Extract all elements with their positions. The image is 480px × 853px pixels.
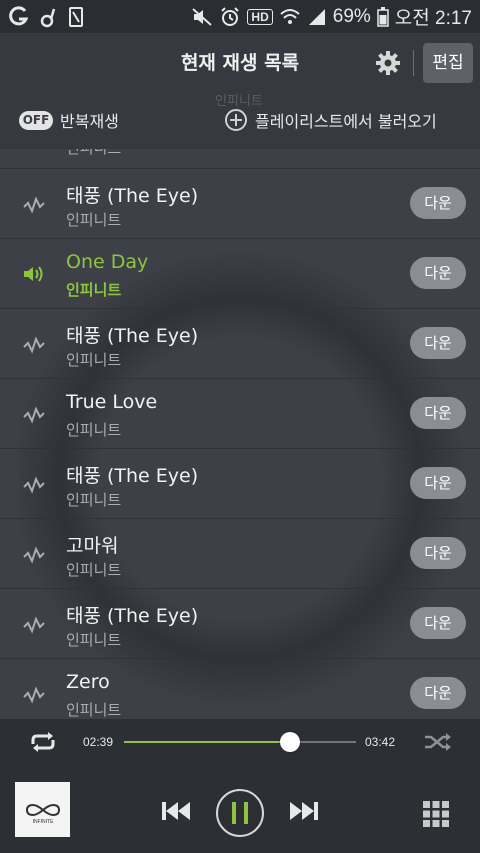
pause-button[interactable] [216, 789, 264, 837]
download-button[interactable]: 다운 [410, 327, 466, 359]
list-item[interactable]: 태풍 (The Eye) 인피니트 다운 [0, 588, 480, 659]
sound-wave-icon [23, 546, 45, 564]
playlist: 인피니트 다운 태풍 (The Eye) 인피니트 다운 One Day 인피니… [0, 149, 480, 719]
artist-name: 인피니트 [66, 211, 122, 229]
artist-name: 인피니트 [66, 491, 122, 509]
seek-bar[interactable] [124, 732, 356, 752]
page-title: 현재 재생 목록 [180, 52, 300, 74]
artist-name: 인피니트 [66, 149, 121, 158]
list-item[interactable]: True Love 인피니트 다운 [0, 378, 480, 449]
album-art[interactable]: INFINITE [15, 782, 70, 837]
sound-wave-icon [23, 336, 45, 354]
add-circle-icon[interactable] [225, 109, 247, 131]
status-bar: HD 69% 오전 2:17 [0, 0, 480, 33]
list-item-partial[interactable]: 인피니트 다운 [0, 149, 480, 167]
svg-text:INFINITE: INFINITE [32, 819, 53, 825]
list-item[interactable]: 태풍 (The Eye) 인피니트 다운 [0, 308, 480, 379]
artist-name: 인피니트 [66, 631, 122, 649]
hd-voice-icon: HD [247, 8, 273, 25]
battery-percent: 69% [332, 5, 371, 27]
previous-track-icon[interactable] [160, 799, 192, 823]
sound-wave-icon [23, 196, 45, 214]
next-track-icon[interactable] [288, 799, 320, 823]
sound-wave-icon [23, 616, 45, 634]
repeat-label[interactable]: 반복재생 [60, 108, 119, 132]
download-button[interactable]: 다운 [410, 467, 466, 499]
infinite-logo: INFINITE [25, 803, 60, 825]
seek-progress [124, 741, 291, 743]
phone-icon [69, 6, 83, 27]
download-button[interactable]: 다운 [410, 397, 466, 429]
song-title: Zero [66, 671, 110, 693]
list-item[interactable]: Zero 인피니트 다운 [0, 658, 480, 719]
song-title: 고마워 [66, 535, 119, 557]
elapsed-time: 02:39 [83, 735, 114, 749]
song-title: One Day [66, 251, 149, 273]
app-notification-icon [9, 5, 29, 25]
player-bar: 02:39 03:42 INFINITE [0, 719, 480, 853]
seek-handle[interactable] [280, 732, 301, 752]
edit-button[interactable]: 편집 [423, 43, 473, 83]
sound-wave-icon [23, 476, 45, 494]
repeat-toggle[interactable]: OFF [19, 111, 53, 130]
song-title: 태풍 (The Eye) [66, 465, 199, 487]
duration: 03:42 [365, 735, 396, 749]
artist-name: 인피니트 [66, 421, 122, 439]
header-divider [413, 50, 414, 76]
song-title: 태풍 (The Eye) [66, 185, 199, 207]
download-button[interactable]: 다운 [410, 537, 466, 569]
grid-menu-icon[interactable] [423, 801, 449, 827]
pause-icon-bar [244, 802, 248, 824]
artist-name: 인피니트 [66, 351, 122, 369]
download-button[interactable]: 다운 [410, 607, 466, 639]
list-item-playing[interactable]: One Day 인피니트 다운 [0, 238, 480, 309]
song-title: 태풍 (The Eye) [66, 325, 199, 347]
music-note-icon [40, 8, 56, 27]
shuffle-icon[interactable] [423, 731, 453, 753]
clock: 오전 2:17 [394, 8, 472, 29]
song-title: 태풍 (The Eye) [66, 605, 199, 627]
ghost-artist-text: 인피니트 [215, 94, 263, 109]
sound-wave-icon [23, 686, 45, 704]
list-item[interactable]: 고마워 인피니트 다운 [0, 518, 480, 589]
download-button[interactable]: 다운 [410, 187, 466, 219]
repeat-icon[interactable] [28, 731, 58, 753]
artist-name: 인피니트 [66, 281, 122, 299]
speaker-icon [24, 266, 43, 282]
pause-icon-bar [232, 802, 236, 824]
artist-name: 인피니트 [66, 561, 122, 579]
gear-icon[interactable] [375, 50, 401, 76]
battery-icon [377, 6, 389, 27]
download-button[interactable]: 다운 [410, 257, 466, 289]
artist-name: 인피니트 [66, 701, 122, 719]
signal-icon [308, 8, 325, 25]
mute-icon [192, 7, 213, 26]
list-item[interactable]: 태풍 (The Eye) 인피니트 다운 [0, 448, 480, 519]
options-bar: 인피니트 OFF 반복재생 플레이리스트에서 불러오기 [0, 93, 480, 149]
wifi-icon [280, 8, 300, 24]
alarm-icon [221, 6, 240, 26]
sound-wave-icon [23, 406, 45, 424]
list-item[interactable]: 태풍 (The Eye) 인피니트 다운 [0, 168, 480, 239]
header: 현재 재생 목록 편집 [0, 33, 480, 93]
download-button[interactable]: 다운 [410, 677, 466, 709]
load-playlist-button[interactable]: 플레이리스트에서 불러오기 [255, 108, 437, 132]
song-title: True Love [66, 391, 158, 413]
